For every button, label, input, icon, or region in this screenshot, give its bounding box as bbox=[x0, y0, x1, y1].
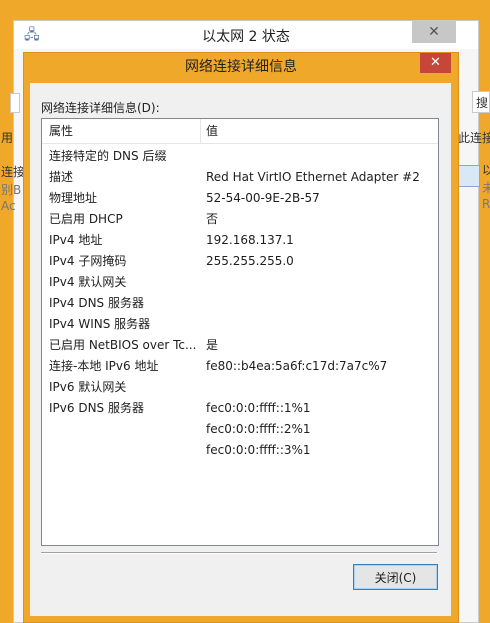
property-cell: IPv4 DNS 服务器 bbox=[49, 296, 144, 310]
background-fragment: Ac bbox=[1, 199, 16, 213]
property-cell: IPv4 WINS 服务器 bbox=[49, 317, 151, 331]
network-details-dialog: 网络连接详细信息 ✕ 网络连接详细信息(D): 属性 值 连接特定的 DNS 后… bbox=[23, 52, 459, 623]
background-toolbar-left bbox=[10, 93, 20, 113]
property-cell: 描述 bbox=[49, 170, 74, 184]
property-cell bbox=[49, 419, 197, 440]
value-cell: Red Hat VirtIO Ethernet Adapter #2 bbox=[206, 170, 420, 184]
property-cell: 连接-本地 IPv6 地址 bbox=[49, 359, 159, 373]
background-fragment: 用 bbox=[1, 131, 14, 145]
background-close-button[interactable]: ✕ bbox=[412, 21, 456, 43]
list-item[interactable]: fec0:0:0:ffff::3%1 bbox=[42, 440, 438, 461]
value-cell: fec0:0:0:ffff::1%1 bbox=[206, 401, 311, 415]
column-header-property[interactable]: 属性 bbox=[49, 119, 73, 143]
list-item[interactable]: fec0:0:0:ffff::2%1 bbox=[42, 419, 438, 440]
details-list-label: 网络连接详细信息(D): bbox=[41, 101, 160, 115]
property-cell: 连接特定的 DNS 后缀 bbox=[49, 149, 167, 163]
list-item[interactable]: IPv4 DNS 服务器 bbox=[42, 293, 438, 314]
property-cell bbox=[49, 440, 197, 461]
property-cell: IPv6 DNS 服务器 bbox=[49, 401, 144, 415]
background-search-label: 搜 bbox=[476, 96, 489, 110]
network-connection-icon bbox=[456, 165, 480, 187]
list-item[interactable]: 描述 Red Hat VirtIO Ethernet Adapter #2 bbox=[42, 167, 438, 188]
value-cell: fec0:0:0:ffff::2%1 bbox=[206, 422, 311, 436]
list-header: 属性 值 bbox=[42, 119, 438, 144]
background-window-title: 以太网 2 状态 bbox=[202, 29, 290, 45]
property-cell: 已启用 DHCP bbox=[49, 212, 123, 226]
value-cell: 52-54-00-9E-2B-57 bbox=[206, 191, 320, 205]
list-item[interactable]: 连接特定的 DNS 后缀 bbox=[42, 146, 438, 167]
property-cell: IPv4 子网掩码 bbox=[49, 254, 127, 268]
dialog-title: 网络连接详细信息 bbox=[185, 59, 297, 75]
background-fragment: 此连接 bbox=[458, 131, 490, 145]
value-cell bbox=[206, 146, 434, 167]
property-cell: IPv6 默认网关 bbox=[49, 380, 127, 394]
property-cell: 物理地址 bbox=[49, 191, 98, 205]
list-item[interactable]: IPv4 WINS 服务器 bbox=[42, 314, 438, 335]
list-item[interactable]: IPv6 默认网关 bbox=[42, 377, 438, 398]
list-item[interactable]: IPv4 子网掩码 255.255.255.0 bbox=[42, 251, 438, 272]
dialog-divider bbox=[41, 552, 437, 554]
list-item[interactable]: 物理地址 52-54-00-9E-2B-57 bbox=[42, 188, 438, 209]
value-cell bbox=[206, 314, 434, 335]
value-cell bbox=[206, 272, 434, 293]
column-header-value[interactable]: 值 bbox=[206, 119, 218, 143]
value-cell: 是 bbox=[206, 338, 219, 352]
details-list[interactable]: 属性 值 连接特定的 DNS 后缀 描述 Red Hat VirtIO Ether… bbox=[41, 118, 439, 546]
value-cell bbox=[206, 293, 434, 314]
value-cell: fec0:0:0:ffff::3%1 bbox=[206, 443, 311, 457]
list-item[interactable]: 连接-本地 IPv6 地址 fe80::b4ea:5a6f:c17d:7a7c%7 bbox=[42, 356, 438, 377]
value-cell: 255.255.255.0 bbox=[206, 254, 294, 268]
property-cell: 已启用 NetBIOS over Tc... bbox=[49, 338, 197, 352]
background-fragment: Re bbox=[482, 197, 490, 211]
dialog-body: 网络连接详细信息(D): 属性 值 连接特定的 DNS 后缀 描述 Red Hat… bbox=[30, 83, 451, 616]
value-cell: fe80::b4ea:5a6f:c17d:7a7c%7 bbox=[206, 359, 388, 373]
property-cell: IPv4 默认网关 bbox=[49, 275, 127, 289]
list-item[interactable]: IPv4 默认网关 bbox=[42, 272, 438, 293]
background-fragment: 未 bbox=[482, 181, 490, 195]
list-item[interactable]: IPv6 DNS 服务器 fec0:0:0:ffff::1%1 bbox=[42, 398, 438, 419]
list-item[interactable]: 已启用 DHCP 否 bbox=[42, 209, 438, 230]
value-cell: 否 bbox=[206, 212, 219, 226]
background-fragment: 连接 bbox=[1, 165, 26, 179]
column-divider[interactable] bbox=[200, 119, 201, 143]
property-cell: IPv4 地址 bbox=[49, 233, 103, 247]
list-item[interactable]: IPv4 地址 192.168.137.1 bbox=[42, 230, 438, 251]
close-button[interactable]: 关闭(C) bbox=[353, 564, 438, 590]
list-item[interactable]: 已启用 NetBIOS over Tc... 是 bbox=[42, 335, 438, 356]
value-cell: 192.168.137.1 bbox=[206, 233, 294, 247]
list-rows: 连接特定的 DNS 后缀 描述 Red Hat VirtIO Ethernet A… bbox=[42, 146, 438, 461]
dialog-close-icon[interactable]: ✕ bbox=[420, 53, 451, 73]
background-fragment: 以 bbox=[482, 163, 490, 177]
background-fragment: 别B bbox=[1, 183, 22, 197]
value-cell bbox=[206, 377, 434, 398]
background-titlebar: 🖧 以太网 2 状态 ✕ bbox=[14, 21, 478, 49]
